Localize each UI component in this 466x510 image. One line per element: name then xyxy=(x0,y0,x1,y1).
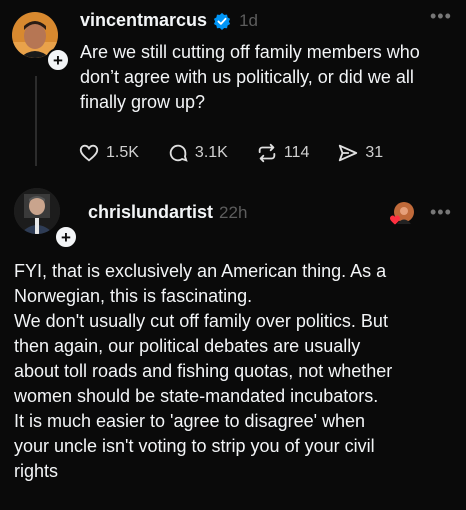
repost-icon xyxy=(258,143,276,163)
reply-avatar[interactable] xyxy=(14,188,60,234)
post-actions: 1.5K 3.1K 114 31 xyxy=(78,142,383,164)
send-icon xyxy=(339,144,358,162)
more-options-icon[interactable]: ••• xyxy=(430,6,452,27)
comment-icon xyxy=(169,144,188,162)
verified-badge-icon xyxy=(213,12,231,30)
reply-username[interactable]: chrislundartist xyxy=(88,202,213,223)
reply-line: We don't usually cut off family over pol… xyxy=(14,311,388,331)
liked-heart-icon xyxy=(390,215,400,225)
repost-button[interactable]: 114 xyxy=(256,142,310,164)
share-count: 31 xyxy=(365,144,384,161)
reply-line: women should be state-mandated incubator… xyxy=(14,386,379,406)
post-username[interactable]: vincentmarcus xyxy=(80,10,207,31)
reply-text: FYI, that is exclusively an American thi… xyxy=(14,259,454,484)
follow-plus-icon[interactable]: + xyxy=(46,48,70,72)
post-time: 1d xyxy=(239,10,258,30)
reply-time: 22h xyxy=(219,202,248,222)
reply-line: Norwegian, this is fascinating. xyxy=(14,286,253,306)
share-button[interactable]: 31 xyxy=(337,142,383,164)
reply-line: then again, our political debates are us… xyxy=(14,336,361,356)
liked-by-author-avatar xyxy=(390,202,414,225)
reply-line: about toll roads and fishing quotas, not… xyxy=(14,361,393,381)
reply-header: chrislundartist 22h xyxy=(88,202,247,223)
post-text: Are we still cutting off family members … xyxy=(80,42,420,112)
reply-line: rights xyxy=(14,461,59,481)
thread-line xyxy=(35,76,37,166)
post-header: vincentmarcus 1d xyxy=(80,10,258,31)
reply-more-options-icon[interactable]: ••• xyxy=(430,202,452,223)
like-count: 1.5K xyxy=(106,144,139,161)
heart-icon xyxy=(79,144,99,162)
reply-count: 3.1K xyxy=(194,144,228,161)
like-button[interactable]: 1.5K xyxy=(78,142,139,164)
reply-follow-plus-icon[interactable]: + xyxy=(54,225,78,249)
reply-line: It is much easier to 'agree to disagree'… xyxy=(14,411,366,431)
repost-count: 114 xyxy=(283,144,310,161)
reply-button[interactable]: 3.1K xyxy=(167,142,228,164)
reply-line: your uncle isn't voting to strip you of … xyxy=(14,436,375,456)
reply-line: FYI, that is exclusively an American thi… xyxy=(14,261,387,281)
